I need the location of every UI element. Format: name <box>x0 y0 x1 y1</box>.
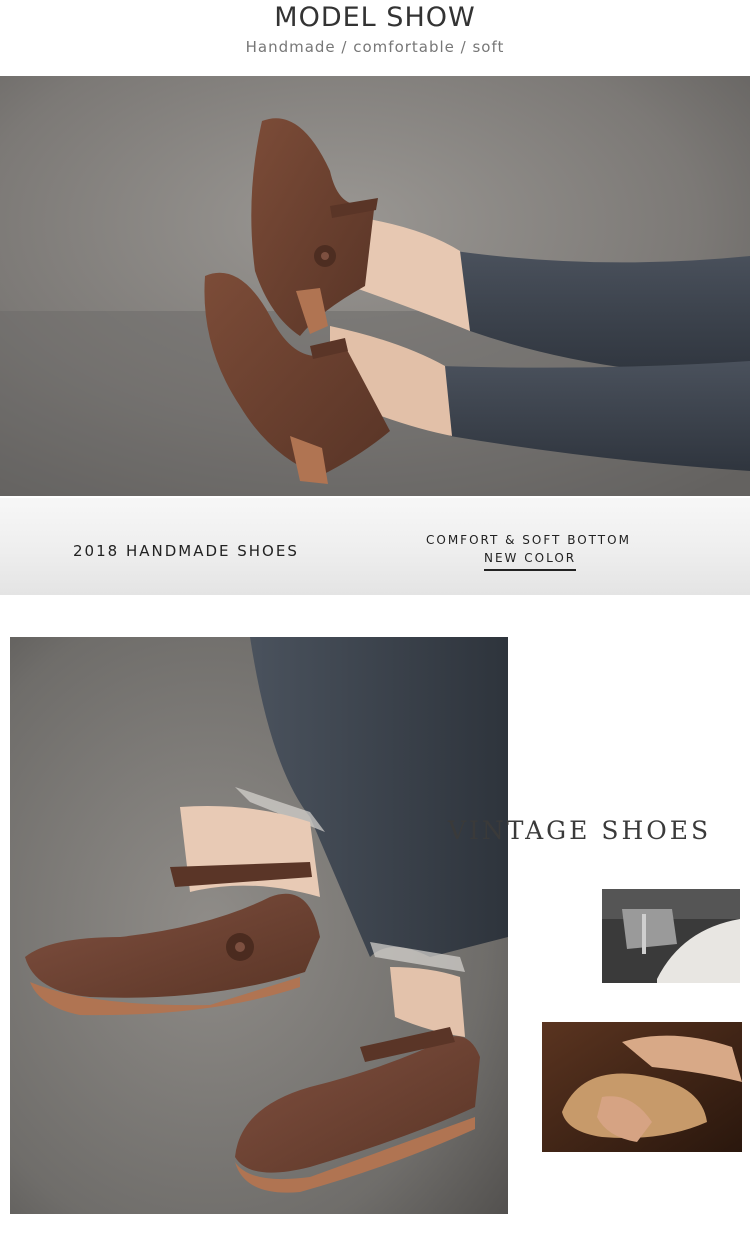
banner-tagline: COMFORT & SOFT BOTTOM <box>426 533 631 547</box>
sewing-machine-thumbnail <box>602 889 740 983</box>
banner-new-color: NEW COLOR <box>484 551 577 571</box>
leather-crafting-thumbnail <box>542 1022 742 1152</box>
section-subtitle: Handmade / comfortable / soft <box>245 38 505 56</box>
closeup-shoe-photo <box>10 637 508 1214</box>
banner-headline: 2018 HANDMADE SHOES <box>73 542 299 560</box>
hero-model-photo <box>0 76 750 496</box>
section-title: MODEL SHOW <box>274 2 476 33</box>
feature-headline: VINTAGE SHOES <box>448 816 712 845</box>
